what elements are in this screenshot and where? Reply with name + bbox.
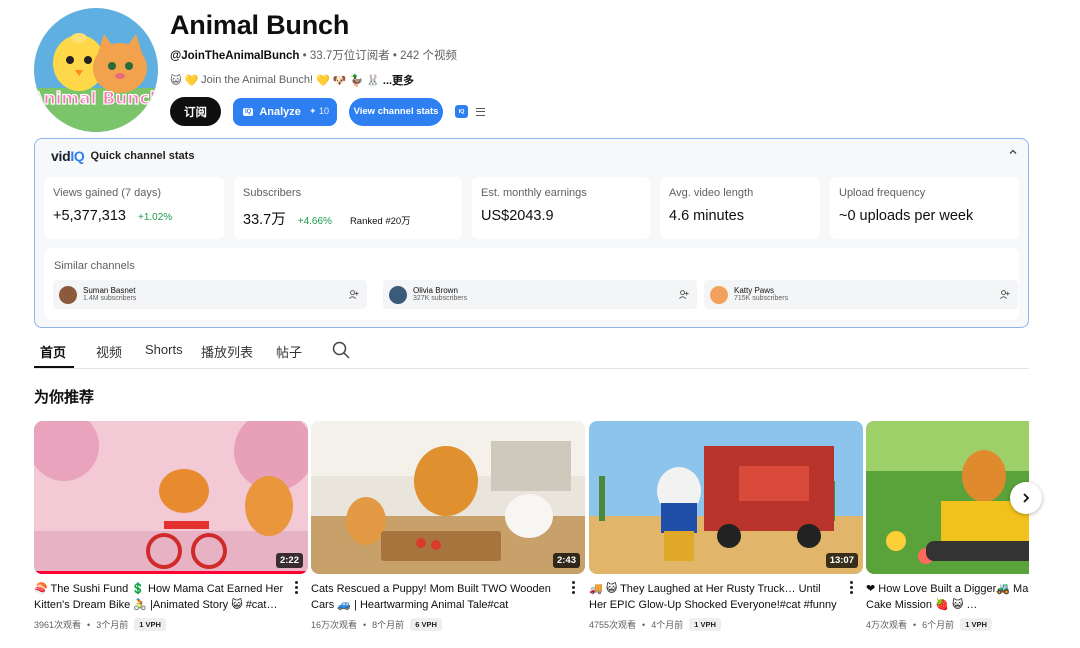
dog-emoji-icon: 🐶 <box>332 73 347 87</box>
stat-monthly-earnings: Est. monthly earnings US$2043.9 <box>472 177 650 239</box>
analyze-button[interactable]: IQ Analyze ✦ 10 <box>233 97 337 126</box>
channel-handle: @JoinTheAnimalBunch <box>170 50 300 62</box>
tab-videos[interactable]: 视频 <box>96 342 122 361</box>
video-title[interactable]: 🍣 The Sushi Fund 💲 How Mama Cat Earned H… <box>34 581 284 613</box>
similar-channel-card[interactable]: Katty Paws 715K subscribers <box>704 280 1018 309</box>
subscribers-rank: Ranked #20万 <box>349 216 411 227</box>
similar-channel-avatar <box>389 285 407 304</box>
more-options-icon[interactable] <box>295 581 298 594</box>
add-person-icon[interactable] <box>678 289 689 300</box>
stat-avg-video-length: Avg. video length 4.6 minutes <box>660 177 820 239</box>
channel-title: Animal Bunch <box>170 10 350 40</box>
stat-views-gained: Views gained (7 days) +5,377,313 +1.02% <box>44 177 224 239</box>
video-thumbnail[interactable]: 2:43 <box>311 421 585 574</box>
video-duration: 2:43 <box>552 553 580 568</box>
search-icon[interactable] <box>332 341 350 359</box>
rabbit-emoji-icon: 🐰 <box>366 73 380 87</box>
tab-shorts[interactable]: Shorts <box>145 342 183 357</box>
video-card[interactable]: ❤ How Love Built a Digger🚜 Mama Strawber… <box>866 421 1029 631</box>
vph-badge: 1 VPH <box>960 618 992 631</box>
channel-avatar[interactable]: Animal Bunch <box>34 8 158 132</box>
add-person-icon[interactable] <box>999 289 1010 300</box>
video-duration: 2:22 <box>275 553 303 568</box>
similar-channel-avatar <box>710 285 728 304</box>
vph-badge: 1 VPH <box>689 618 721 631</box>
add-person-icon[interactable] <box>348 289 359 300</box>
views-change: +1.02% <box>137 212 173 223</box>
tab-posts[interactable]: 帖子 <box>276 342 302 361</box>
vidiq-header: vidIQ Quick channel stats <box>51 148 194 164</box>
video-thumbnail[interactable]: 13:07 <box>589 421 863 574</box>
vidiq-logo: vidIQ <box>51 148 85 164</box>
video-meta: 4755次观看 • 4个月前 1 VPH <box>589 618 863 631</box>
page: Animal Bunch Animal Bunch @JoinTheAnimal… <box>0 0 1029 648</box>
stat-upload-frequency: Upload frequency ~0 uploads per week <box>830 177 1019 239</box>
vidiq-quick-stats-panel: vidIQ Quick channel stats Views gained (… <box>34 138 1029 328</box>
video-card[interactable]: 2:22 🍣 The Sushi Fund 💲 How Mama Cat Ear… <box>34 421 308 631</box>
similar-channels: Similar channels Suman Basnet 1.4M subscr… <box>44 248 1019 320</box>
channel-stats: • 33.7万位订阅者 • 242 个视频 <box>299 50 458 62</box>
vidiq-badge-icon: IQ <box>243 107 254 116</box>
video-title[interactable]: 🚚 😺 They Laughed at Her Rusty Truck… Unt… <box>589 581 839 613</box>
video-meta: 3961次观看 • 3个月前 1 VPH <box>34 618 308 631</box>
channel-tabs: 首页 视频 Shorts 播放列表 帖子 <box>34 338 1029 369</box>
similar-channel-card[interactable]: Olivia Brown 327K subscribers <box>383 280 697 309</box>
video-duration: 13:07 <box>825 553 858 568</box>
video-meta: 4万次观看 • 6个月前 1 VPH <box>866 618 1029 631</box>
heart-emoji-icon: 💛 <box>316 73 330 87</box>
duck-emoji-icon: 🦆 <box>349 73 364 87</box>
chevron-right-icon <box>1023 493 1030 503</box>
similar-channel-avatar <box>59 285 77 304</box>
active-tab-indicator <box>34 366 74 368</box>
analyze-label: Analyze <box>259 105 301 118</box>
video-title[interactable]: ❤ How Love Built a Digger🚜 Mama Strawber… <box>866 581 1029 613</box>
section-title: 为你推荐 <box>34 389 95 406</box>
description-more-link[interactable]: ...更多 <box>383 72 414 88</box>
view-channel-stats-button[interactable]: View channel stats <box>349 97 443 126</box>
vidiq-heading: Quick channel stats <box>90 150 195 162</box>
avatar-logo-text: Animal Bunch <box>34 89 158 109</box>
heart-emoji-icon: 💛 <box>184 73 199 87</box>
video-meta: 16万次观看 • 8个月前 6 VPH <box>311 618 585 631</box>
video-card[interactable]: 2:43 Cats Rescued a Puppy! Mom Built TWO… <box>311 421 585 631</box>
more-options-icon[interactable] <box>572 581 575 594</box>
video-title[interactable]: Cats Rescued a Puppy! Mom Built TWO Wood… <box>311 581 561 613</box>
description-text: Join the Animal Bunch! <box>201 74 314 86</box>
channel-description[interactable]: 😺 💛 Join the Animal Bunch! 💛 🐶 🦆 🐰 ...更多 <box>170 72 414 88</box>
vidiq-icon[interactable]: IQ <box>455 105 468 118</box>
analyze-credits: ✦ 10 <box>308 106 329 116</box>
stat-subscribers: Subscribers 33.7万 +4.66% Ranked #20万 <box>234 177 462 239</box>
channel-actions: 订阅 IQ Analyze ✦ 10 View channel stats IQ <box>170 97 485 126</box>
channel-meta: @JoinTheAnimalBunch • 33.7万位订阅者 • 242 个视… <box>170 47 457 63</box>
tab-home[interactable]: 首页 <box>40 342 66 361</box>
video-thumbnail[interactable] <box>866 421 1029 574</box>
subscribers-change: +4.66% <box>297 216 332 227</box>
vph-badge: 6 VPH <box>410 618 442 631</box>
video-card[interactable]: 13:07 🚚 😺 They Laughed at Her Rusty Truc… <box>589 421 863 631</box>
video-thumbnail[interactable]: 2:22 <box>34 421 308 574</box>
more-options-icon[interactable] <box>850 581 853 594</box>
vph-badge: 1 VPH <box>134 618 166 631</box>
carousel-next-button[interactable] <box>1010 482 1042 514</box>
tab-playlists[interactable]: 播放列表 <box>201 342 253 361</box>
watch-progress-bar <box>34 571 308 574</box>
subscribe-button[interactable]: 订阅 <box>170 97 221 126</box>
cat-emoji-icon: 😺 <box>170 73 182 87</box>
similar-channel-card[interactable]: Suman Basnet 1.4M subscribers <box>53 280 367 309</box>
chevron-up-icon[interactable] <box>1008 147 1018 160</box>
menu-icon[interactable] <box>476 107 485 116</box>
